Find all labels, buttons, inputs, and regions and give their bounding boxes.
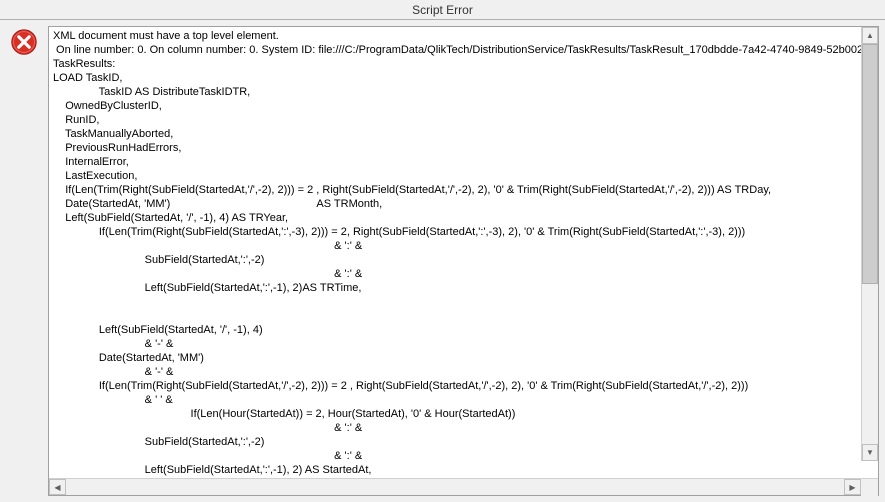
scroll-thumb-vertical[interactable] [862,44,878,284]
horizontal-scrollbar[interactable]: ◀ ▶ [49,478,878,495]
scroll-down-arrow-icon[interactable]: ▼ [862,444,878,461]
title-bar: Script Error [0,0,885,20]
vertical-scrollbar[interactable]: ▲ ▼ [861,27,878,461]
error-icon [10,28,38,56]
scrollbar-corner [861,479,878,496]
error-content-box: XML document must have a top level eleme… [48,26,879,496]
icon-area [6,26,48,496]
error-text-scroll: XML document must have a top level eleme… [49,27,878,478]
dialog-body: XML document must have a top level eleme… [0,20,885,502]
scroll-up-arrow-icon[interactable]: ▲ [862,27,878,44]
window-title: Script Error [412,3,473,17]
scroll-right-arrow-icon[interactable]: ▶ [844,479,861,495]
scroll-left-arrow-icon[interactable]: ◀ [49,479,66,495]
error-text: XML document must have a top level eleme… [49,27,878,478]
